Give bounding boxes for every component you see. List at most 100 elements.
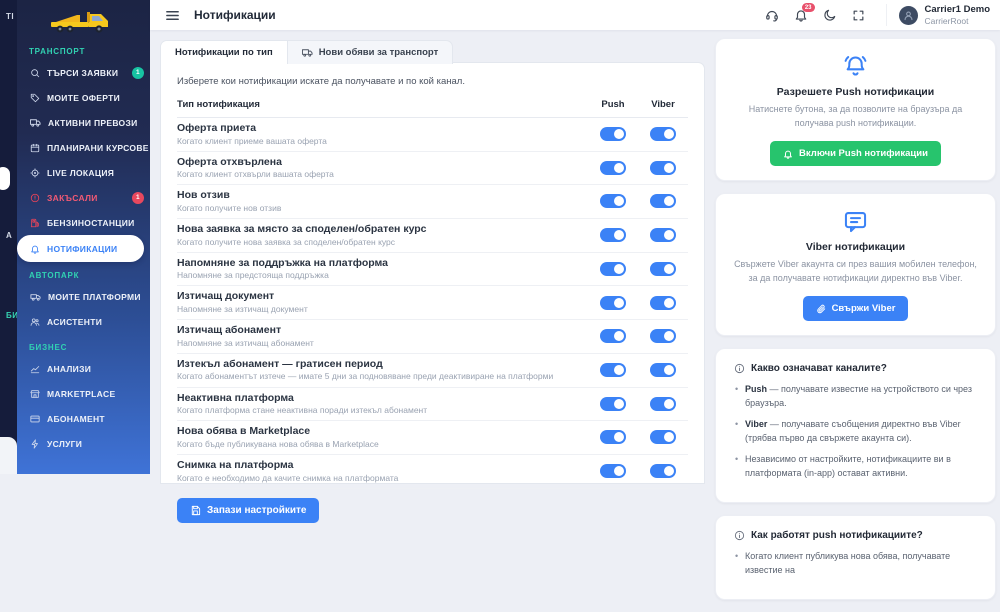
push-permission-card: Разрешете Push нотификации Натиснете бут… bbox=[715, 38, 996, 181]
bell-badge: 23 bbox=[802, 3, 815, 12]
sidebar-item-label: АСИСТЕНТИ bbox=[47, 317, 102, 327]
sidebar-item-анализи[interactable]: АНАЛИЗИ bbox=[17, 356, 150, 381]
push-toggle[interactable] bbox=[600, 262, 626, 276]
info-icon bbox=[734, 530, 745, 541]
viber-toggle[interactable] bbox=[650, 262, 676, 276]
notification-row: Нова заявка за място за споделен/обратен… bbox=[177, 219, 688, 253]
row-subtitle: Напомняне за изтичащ документ bbox=[177, 304, 588, 315]
sidebar-item-label: АКТИВНИ ПРЕВОЗИ bbox=[48, 118, 138, 128]
notification-row: Оферта приета Когато клиент приеме вашат… bbox=[177, 118, 688, 152]
enable-push-button[interactable]: Включи Push нотификации bbox=[770, 141, 941, 166]
viber-toggle[interactable] bbox=[650, 464, 676, 478]
viber-toggle[interactable] bbox=[650, 228, 676, 242]
column-viber: Viber bbox=[638, 99, 688, 110]
sidebar-item-моите-платформи[interactable]: МОИТЕ ПЛАТФОРМИ bbox=[17, 284, 150, 309]
row-subtitle: Когато бъде публикувана нова обява в Mar… bbox=[177, 439, 588, 450]
info-bullet: Push — получавате известие на устройство… bbox=[734, 383, 977, 410]
row-title: Оферта приета bbox=[177, 122, 588, 136]
bolt-icon bbox=[30, 439, 40, 449]
sidebar-item-моите-оферти[interactable]: МОИТЕ ОФЕРТИ bbox=[17, 85, 150, 110]
viber-card-title: Viber нотификации bbox=[734, 241, 977, 253]
chart-icon bbox=[30, 364, 40, 374]
sidebar-item-label: ТЪРСИ ЗАЯВКИ bbox=[47, 68, 118, 78]
push-toggle[interactable] bbox=[600, 397, 626, 411]
link-icon bbox=[816, 304, 826, 314]
row-title: Снимка на платформа bbox=[177, 459, 588, 473]
sidebar-item-абонамент[interactable]: АБОНАМЕНТ bbox=[17, 406, 150, 431]
push-toggle[interactable] bbox=[600, 296, 626, 310]
sidebar-item-marketplace[interactable]: MARKETPLACE bbox=[17, 381, 150, 406]
connect-viber-button[interactable]: Свържи Viber bbox=[803, 296, 909, 321]
dark-mode-moon-icon[interactable] bbox=[823, 8, 837, 22]
sidebar-item-закъсали[interactable]: ЗАКЪСАЛИ1 bbox=[17, 185, 150, 210]
sidebar-item-label: АНАЛИЗИ bbox=[47, 364, 91, 374]
sidebar-item-асистенти[interactable]: АСИСТЕНТИ bbox=[17, 309, 150, 334]
hamburger-menu-icon[interactable] bbox=[165, 8, 180, 23]
background-sidebar-strip: TI А БИ bbox=[0, 0, 17, 474]
sidebar-item-live-локация[interactable]: LIVE ЛОКАЦИЯ bbox=[17, 160, 150, 185]
connect-viber-label: Свържи Viber bbox=[832, 303, 896, 314]
viber-toggle[interactable] bbox=[650, 194, 676, 208]
viber-toggle[interactable] bbox=[650, 363, 676, 377]
page-corner bbox=[0, 437, 17, 474]
sidebar-item-услуги[interactable]: УСЛУГИ bbox=[17, 431, 150, 456]
notifications-bell-icon[interactable]: 23 bbox=[794, 8, 808, 22]
sidebar-item-планирани-курсове[interactable]: ПЛАНИРАНИ КУРСОВЕ bbox=[17, 135, 150, 160]
push-toggle[interactable] bbox=[600, 228, 626, 242]
push-toggle[interactable] bbox=[600, 464, 626, 478]
sidebar-item-label: ПЛАНИРАНИ КУРСОВЕ bbox=[47, 143, 149, 153]
tab-нотификации-по-тип[interactable]: Нотификации по тип bbox=[161, 41, 287, 64]
row-subtitle: Когато получите нова заявка за споделен/… bbox=[177, 237, 588, 248]
support-headset-icon[interactable] bbox=[765, 8, 779, 22]
push-toggle[interactable] bbox=[600, 329, 626, 343]
viber-toggle[interactable] bbox=[650, 161, 676, 175]
sidebar-item-label: МОИТЕ ПЛАТФОРМИ bbox=[48, 292, 141, 302]
viber-toggle[interactable] bbox=[650, 430, 676, 444]
page-title: Нотификации bbox=[194, 8, 276, 22]
sidebar-item-label: LIVE ЛОКАЦИЯ bbox=[47, 168, 114, 178]
push-toggle[interactable] bbox=[600, 161, 626, 175]
truck-icon bbox=[302, 47, 313, 58]
row-subtitle: Когато клиент отхвърли вашата оферта bbox=[177, 169, 588, 180]
user-menu[interactable]: Carrier1 Demo CarrierRoot bbox=[886, 4, 990, 26]
sidebar-item-търси-заявки[interactable]: ТЪРСИ ЗАЯВКИ 1 bbox=[17, 60, 150, 85]
sidebar-item-нотификации[interactable]: НОТИФИКАЦИИ bbox=[17, 235, 144, 262]
sidebar-item-label: БЕНЗИНОСТАНЦИИ bbox=[47, 218, 135, 228]
tabbar: Нотификации по типНови обяви за транспор… bbox=[160, 40, 453, 64]
sidebar-item-активни-превози[interactable]: АКТИВНИ ПРЕВОЗИ bbox=[17, 110, 150, 135]
viber-toggle[interactable] bbox=[650, 397, 676, 411]
push-toggle[interactable] bbox=[600, 194, 626, 208]
how-card-title: Как работят push нотификациите? bbox=[751, 530, 923, 541]
table-header: Тип нотификация Push Viber bbox=[177, 99, 688, 118]
save-settings-button[interactable]: Запази настройките bbox=[177, 498, 319, 523]
sidebar-item-label: ЗАКЪСАЛИ bbox=[47, 193, 98, 203]
fullscreen-icon[interactable] bbox=[852, 9, 865, 22]
sidebar-item-label: АБОНАМЕНТ bbox=[47, 414, 105, 424]
viber-toggle[interactable] bbox=[650, 329, 676, 343]
push-toggle[interactable] bbox=[600, 363, 626, 377]
sidebar-item-бензиностанции[interactable]: БЕНЗИНОСТАНЦИИ bbox=[17, 210, 150, 235]
tag-icon bbox=[30, 93, 40, 103]
viber-toggle[interactable] bbox=[650, 296, 676, 310]
right-column: Разрешете Push нотификации Натиснете бут… bbox=[715, 38, 996, 612]
push-toggle[interactable] bbox=[600, 430, 626, 444]
row-title: Изтекъл абонамент — гратисен период bbox=[177, 358, 588, 372]
tab-нови-обяви-за-транспорт[interactable]: Нови обяви за транспорт bbox=[287, 41, 453, 64]
bell-ring-icon bbox=[842, 53, 869, 80]
push-toggle[interactable] bbox=[600, 127, 626, 141]
target-icon bbox=[30, 168, 40, 178]
save-settings-label: Запази настройките bbox=[207, 505, 306, 516]
cutoff-highlight bbox=[0, 167, 10, 190]
sidebar-item-badge: 1 bbox=[132, 67, 144, 79]
info-icon bbox=[734, 363, 745, 374]
cutoff-label: А bbox=[6, 231, 12, 240]
column-type: Тип нотификация bbox=[177, 99, 588, 110]
app-logo-truck[interactable] bbox=[17, 0, 150, 38]
push-card-title: Разрешете Push нотификации bbox=[734, 86, 977, 98]
viber-toggle[interactable] bbox=[650, 127, 676, 141]
row-title: Изтичащ абонамент bbox=[177, 324, 588, 338]
row-title: Нов отзив bbox=[177, 189, 588, 203]
row-title: Напомняне за поддръжка на платформа bbox=[177, 257, 588, 271]
viber-card-text: Свържете Viber акаунта си през вашия моб… bbox=[734, 258, 977, 285]
notification-row: Снимка на платформа Когато е необходимо … bbox=[177, 455, 688, 489]
